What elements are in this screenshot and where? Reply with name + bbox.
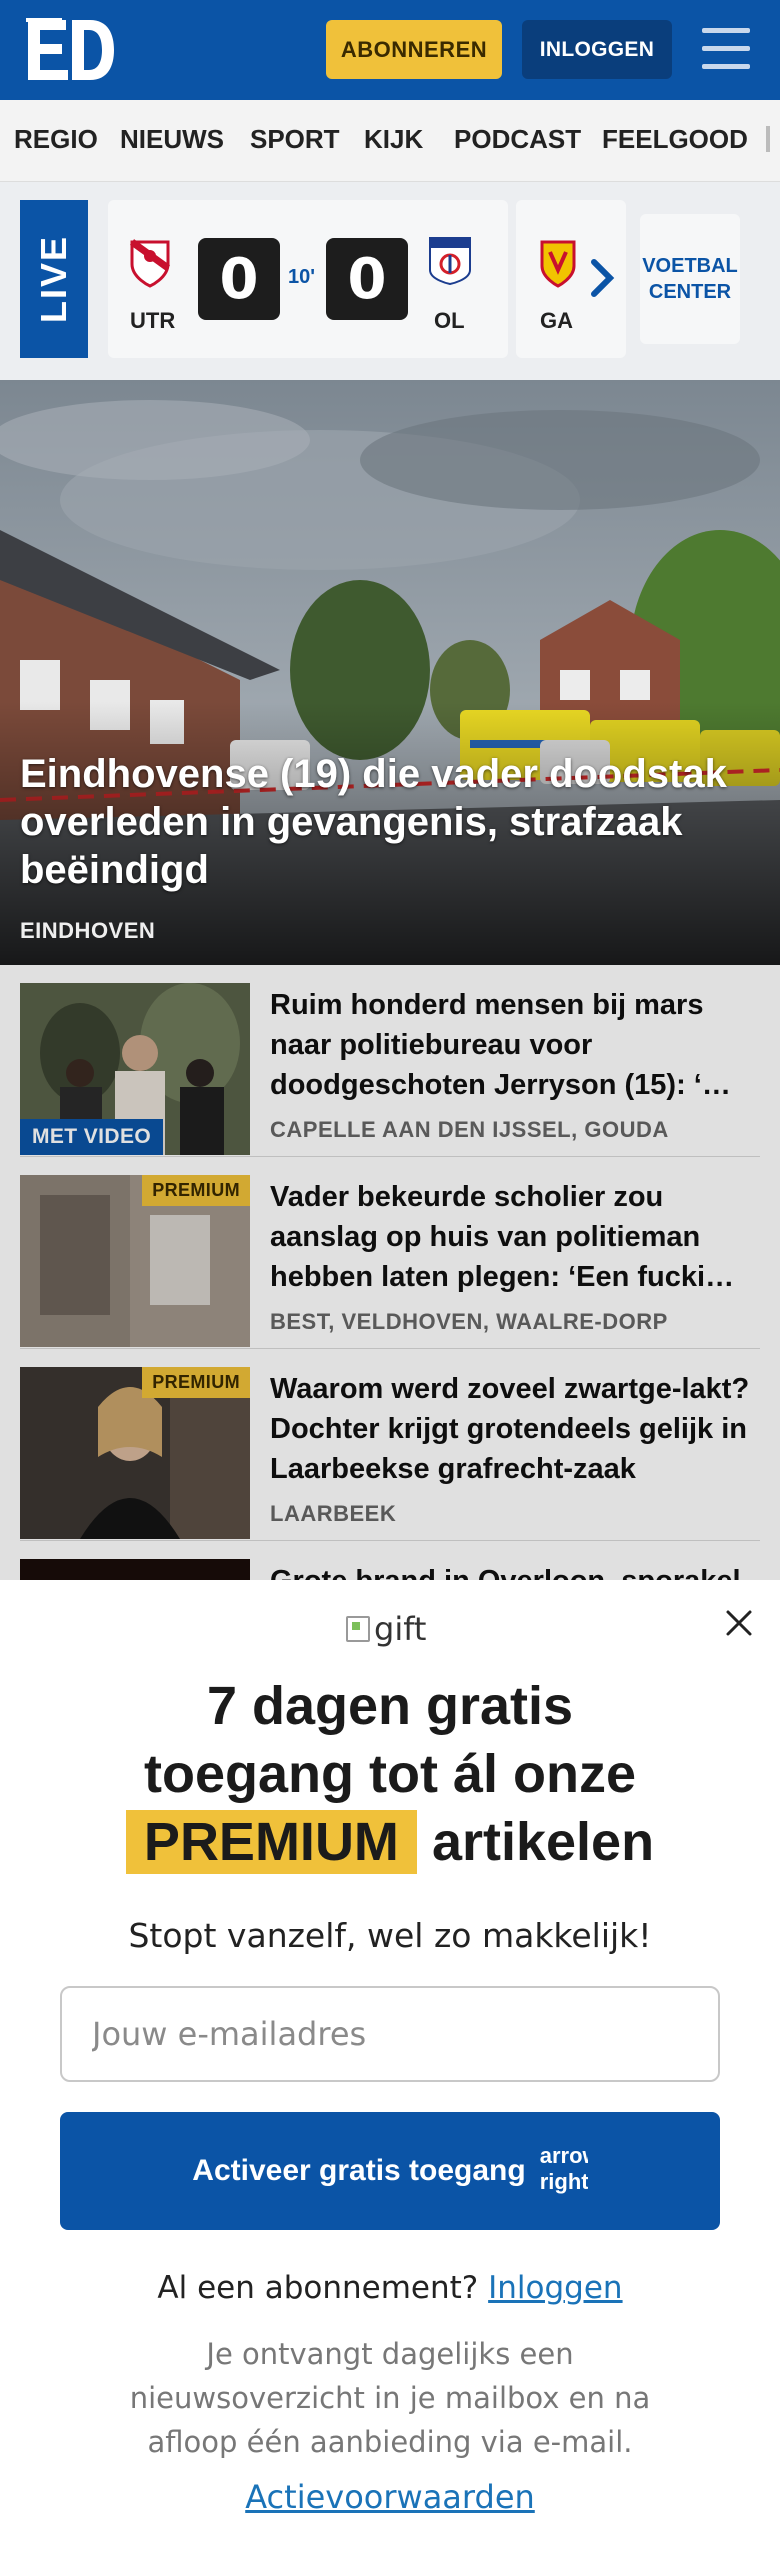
- voetbal-center-link[interactable]: VOETBAL CENTER: [640, 214, 740, 344]
- go-ahead-eagles-crest-icon: [540, 240, 576, 288]
- modal-title: 7 dagen gratis toegang tot ál onze PREMI…: [60, 1672, 720, 1876]
- modal-fine-print: Je ontvangt dagelijks een nieuwsoverzich…: [129, 2337, 651, 2459]
- ed-logo[interactable]: [26, 18, 116, 82]
- list-item[interactable]: PREMIUM Waarom werd zoveel zwartge-lakt?…: [20, 1349, 760, 1541]
- nav-item-podcast[interactable]: PODCAST: [454, 124, 581, 155]
- match-card[interactable]: UTR 0 10' 0 OL: [108, 200, 508, 358]
- premium-badge: PREMIUM: [142, 1367, 250, 1398]
- modal-login-link[interactable]: Inloggen: [488, 2270, 622, 2306]
- live-badge: LIVE: [20, 200, 88, 358]
- nav-item-sport[interactable]: SPORT: [250, 124, 340, 155]
- article-title[interactable]: Vader bekeurde scholier zou aanslag op h…: [270, 1177, 750, 1297]
- premium-highlight: PREMIUM: [125, 1810, 417, 1874]
- chevron-right-icon[interactable]: [590, 258, 616, 298]
- arrow-right-icon: arrow-right: [539, 2143, 588, 2194]
- article-thumbnail: PREMIUM: [20, 1175, 250, 1347]
- list-item[interactable]: Grote brand in Overloon, sporakel: [20, 1541, 760, 1580]
- terms-link[interactable]: Actievoorwaarden: [0, 2478, 780, 2516]
- hero-title[interactable]: Eindhovense (19) die vader doodstak over…: [20, 750, 760, 894]
- login-button[interactable]: INLOGGEN: [522, 20, 672, 79]
- activate-button[interactable]: Activeer gratis toegang arrow-right: [60, 2112, 720, 2230]
- premium-badge: PREMIUM: [142, 1175, 250, 1206]
- article-location: CAPELLE AAN DEN IJSSEL, GOUDA: [270, 1117, 669, 1142]
- article-title[interactable]: Waarom werd zoveel zwartge-lakt? Dochter…: [270, 1369, 750, 1489]
- match-minute: 10': [288, 266, 316, 288]
- home-score: 0: [198, 238, 280, 320]
- main-nav: REGIO NIEUWS SPORT KIJK PODCAST FEELGOOD: [0, 100, 780, 182]
- hamburger-menu-icon[interactable]: [702, 26, 750, 72]
- article-thumbnail: PREMIUM: [20, 1367, 250, 1539]
- list-item[interactable]: MET VIDEO Ruim honderd mensen bij mars n…: [20, 965, 760, 1157]
- article-location: LAARBEEK: [270, 1501, 397, 1526]
- email-field[interactable]: [60, 1986, 720, 2082]
- gift-icon: gift: [346, 1610, 426, 1648]
- nav-item-feelgood[interactable]: FEELGOOD: [602, 124, 748, 155]
- article-title[interactable]: Grote brand in Overloon, sporakel: [270, 1561, 750, 1580]
- nav-overflow-indicator: [766, 126, 770, 152]
- article-title[interactable]: Ruim honderd mensen bij mars naar politi…: [270, 985, 750, 1105]
- modal-subtitle: Stopt vanzelf, wel zo makkelijk!: [128, 1916, 652, 1955]
- article-thumbnail: [20, 1559, 250, 1580]
- video-badge: MET VIDEO: [20, 1119, 164, 1155]
- list-item[interactable]: PREMIUM Vader bekeurde scholier zou aans…: [20, 1157, 760, 1349]
- away-team-name: OL: [434, 308, 465, 333]
- hero-location: EINDHOVEN: [20, 918, 156, 943]
- nav-item-nieuws[interactable]: NIEUWS: [120, 124, 224, 155]
- next-team-name: GA: [540, 308, 573, 333]
- article-location: BEST, VELDHOVEN, WAALRE-DORP: [270, 1309, 668, 1334]
- nav-item-regio[interactable]: REGIO: [14, 124, 98, 155]
- nav-item-kijk[interactable]: KIJK: [364, 124, 423, 155]
- home-team-name: UTR: [130, 308, 176, 333]
- subscribe-button[interactable]: ABONNEREN: [326, 20, 502, 79]
- site-header: ABONNEREN INLOGGEN: [0, 0, 780, 100]
- close-icon[interactable]: [722, 1606, 756, 1640]
- existing-subscription-prompt: Al een abonnement? Inloggen: [157, 2270, 623, 2306]
- fc-utrecht-crest-icon: [129, 239, 171, 288]
- olympique-lyon-crest-icon: [429, 237, 471, 286]
- article-thumbnail: MET VIDEO: [20, 983, 250, 1155]
- away-score: 0: [326, 238, 408, 320]
